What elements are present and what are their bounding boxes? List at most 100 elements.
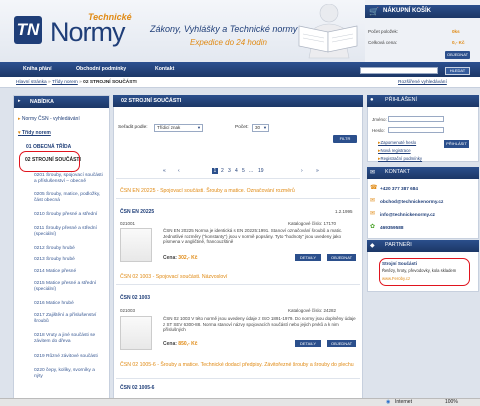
norm-date-1: 1.2.1995 — [335, 209, 353, 214]
order-button-1[interactable]: OBJEDNAT — [327, 254, 356, 261]
left-sub-0212[interactable]: 0212 Šrouby hrubé — [34, 246, 104, 257]
divider — [116, 178, 360, 179]
chevron-down-icon: ▼ — [197, 125, 201, 130]
left-sub-0205[interactable]: 0205 Šrouby, matice, podložky, část obec… — [34, 192, 104, 212]
divider — [116, 284, 360, 285]
login-button[interactable]: PŘIHLÁSIT — [444, 140, 469, 148]
status-zoom[interactable]: 100% — [445, 399, 458, 405]
nav-item-kontakt[interactable]: Kontakt — [155, 66, 174, 72]
sort-select-value: Třídicí znak — [157, 125, 181, 130]
login-title: PŘIHLÁŠENÍ — [367, 95, 479, 107]
page-next[interactable]: › — [301, 168, 303, 174]
norm-thumbnail-2[interactable] — [120, 316, 152, 350]
norm-code-3[interactable]: ČSN 02 1005-6 — [120, 385, 154, 391]
email-icon: ✉ — [370, 198, 376, 204]
norm-desc-2: ČSN 02 1003 V této normě jsou uvedeny úd… — [163, 316, 356, 333]
left-cat-01[interactable]: 01 OBECNÁ TŘÍDA — [26, 144, 71, 150]
page-prev[interactable]: ‹ — [178, 168, 180, 174]
breadcrumb-home[interactable]: Hlavní stránka — [16, 80, 47, 85]
norm-desc-1: ČSN EN 20225 Norma je identická s EN 202… — [163, 228, 343, 245]
left-sub-0214[interactable]: 0214 Matice přesné — [34, 269, 104, 281]
login-name-input[interactable] — [388, 116, 444, 122]
login-pass-input[interactable] — [388, 127, 444, 133]
norm-thumbnail-1[interactable] — [120, 228, 152, 262]
order-button-2[interactable]: OBJEDNAT — [327, 340, 356, 347]
page-ellipsis: ... — [249, 168, 254, 174]
left-sub-0213[interactable]: 0213 Šrouby hrubé — [34, 257, 104, 269]
left-sub-0201[interactable]: 0201 Šrouby, spojovací součásti a příslu… — [34, 173, 104, 192]
page-19[interactable]: 19 — [258, 168, 264, 174]
sort-select[interactable]: Třídicí znak ▼ — [154, 124, 203, 132]
left-sub-0216[interactable]: 0216 Matice hrubé — [34, 301, 104, 313]
search-button[interactable]: HLEDAT — [445, 67, 470, 75]
catalog-num-1: 021001 — [120, 221, 136, 226]
details-button-1[interactable]: DETAILY — [295, 254, 321, 261]
count-select[interactable]: 30 ▼ — [252, 124, 269, 132]
left-sub-0219[interactable]: 0219 Různé závitové součásti — [34, 354, 104, 368]
email-icon: ✉ — [370, 211, 376, 217]
cart-count-value: 0ks — [452, 29, 460, 34]
catalog-num-2: 021003 — [120, 308, 136, 313]
contact-icq: 469359588 — [380, 225, 404, 230]
divider — [116, 198, 360, 199]
chevron-down-icon: ▼ — [263, 125, 267, 130]
left-sub-0218[interactable]: 0218 Vruty a jiné součásti se závitem do… — [34, 333, 104, 354]
count-select-value: 30 — [255, 125, 261, 130]
left-sub-0211[interactable]: 0211 Šrouby přesné a střední (speciální) — [34, 226, 104, 246]
breadcrumb: Hlavní stránka » Třídy norem » 02 STROJN… — [16, 80, 137, 85]
page-first[interactable]: « — [163, 168, 166, 174]
cart-icon: 🛒 — [369, 7, 379, 16]
phone-icon: ☎ — [370, 185, 378, 191]
menu-arrow-icon: ▸ — [18, 98, 21, 104]
details-button-2[interactable]: DETAILY — [295, 340, 321, 347]
nav-item-obchodni-podminky[interactable]: Obchodní podmínky — [76, 66, 126, 72]
cart-total-label: Celková cena: — [368, 40, 398, 45]
cart-order-button[interactable]: OBJEDNAT — [445, 51, 470, 59]
left-item-classes-label: Třídy norem — [21, 130, 51, 136]
registration-terms-link[interactable]: ▸Registrační podmínky — [378, 156, 422, 162]
cart-total-value: 0,- Kč — [452, 40, 465, 45]
cart-count-label: Počet položek: — [368, 29, 399, 34]
catalog-label-2: Katalogové číslo: 24282 — [288, 308, 337, 313]
new-registration-link[interactable]: ▸Nová registrace — [378, 148, 411, 154]
count-label: Počet: — [235, 125, 249, 130]
left-sub-0220[interactable]: 0220 čepy, kolíky, svorníky a nýty — [34, 368, 104, 388]
page-1[interactable]: 1 — [212, 168, 218, 174]
left-sub-0215[interactable]: 0215 Matice přesné a střední (speciální) — [34, 281, 104, 301]
price-value-2: 850,- Kč — [178, 341, 198, 347]
page-4[interactable]: 4 — [235, 168, 238, 174]
page-5[interactable]: 5 — [242, 168, 245, 174]
sort-label: Seřadit podle: — [118, 125, 148, 130]
header-expedice: Expedice do 24 hodin — [190, 38, 267, 47]
price-row-2: Cena: 850,- Kč — [163, 341, 197, 347]
price-label-1: Cena: — [163, 255, 177, 261]
left-sub-0210[interactable]: 0210 Šrouby přesné a střední — [34, 212, 104, 226]
norm-code-2[interactable]: ČSN 02 1003 — [120, 295, 150, 301]
advanced-search-link[interactable]: Rozšířené vyhledávání — [398, 80, 447, 85]
divider — [116, 378, 360, 379]
page-3[interactable]: 3 — [228, 168, 231, 174]
nav-item-kniha-prani[interactable]: Kniha přání — [23, 66, 52, 72]
section-title-3[interactable]: ČSN 02 1005-6 - Šrouby a matice. Technic… — [120, 362, 356, 368]
page-2[interactable]: 2 — [221, 168, 224, 174]
left-item-search-label: Normy ČSN - vyhledávání — [21, 116, 80, 122]
norm-code-1[interactable]: ČSN EN 20225 — [120, 209, 154, 215]
contact-email-obchod[interactable]: obchod@technickenormy.cz — [380, 199, 443, 204]
section-title-2[interactable]: ČSN 02 1003 - Spojovací součásti. Názvos… — [120, 274, 227, 280]
section-title-1[interactable]: ČSN EN 20225 - Spojovací součásti. Šroub… — [120, 188, 295, 194]
search-input[interactable] — [360, 67, 438, 74]
envelope-icon: ✉ — [370, 170, 376, 176]
logo-mark[interactable]: TN — [14, 16, 42, 44]
left-subcategory-list: 0201 Šrouby, spojovací součásti a příslu… — [34, 173, 104, 388]
breadcrumb-level1[interactable]: Třídy norem — [52, 80, 78, 85]
page-last[interactable]: » — [316, 168, 319, 174]
partners-title: PARTNEŘI — [367, 240, 479, 252]
filter-button[interactable]: FILTR — [333, 135, 357, 143]
forgot-password-link[interactable]: ▸Zapomenuté heslo — [378, 140, 416, 146]
globe-icon: ◉ — [386, 399, 391, 405]
left-sub-0217[interactable]: 0217 Zajištění a příslušenství šroubů — [34, 313, 104, 333]
left-item-classes[interactable]: ▾ Třídy norem — [18, 130, 51, 136]
cart-title: NÁKUPNÍ KOŠÍK — [365, 5, 480, 18]
left-item-search[interactable]: ▸ Normy ČSN - vyhledávání — [18, 116, 80, 122]
contact-email-info[interactable]: info@technickenormy.cz — [380, 212, 435, 217]
